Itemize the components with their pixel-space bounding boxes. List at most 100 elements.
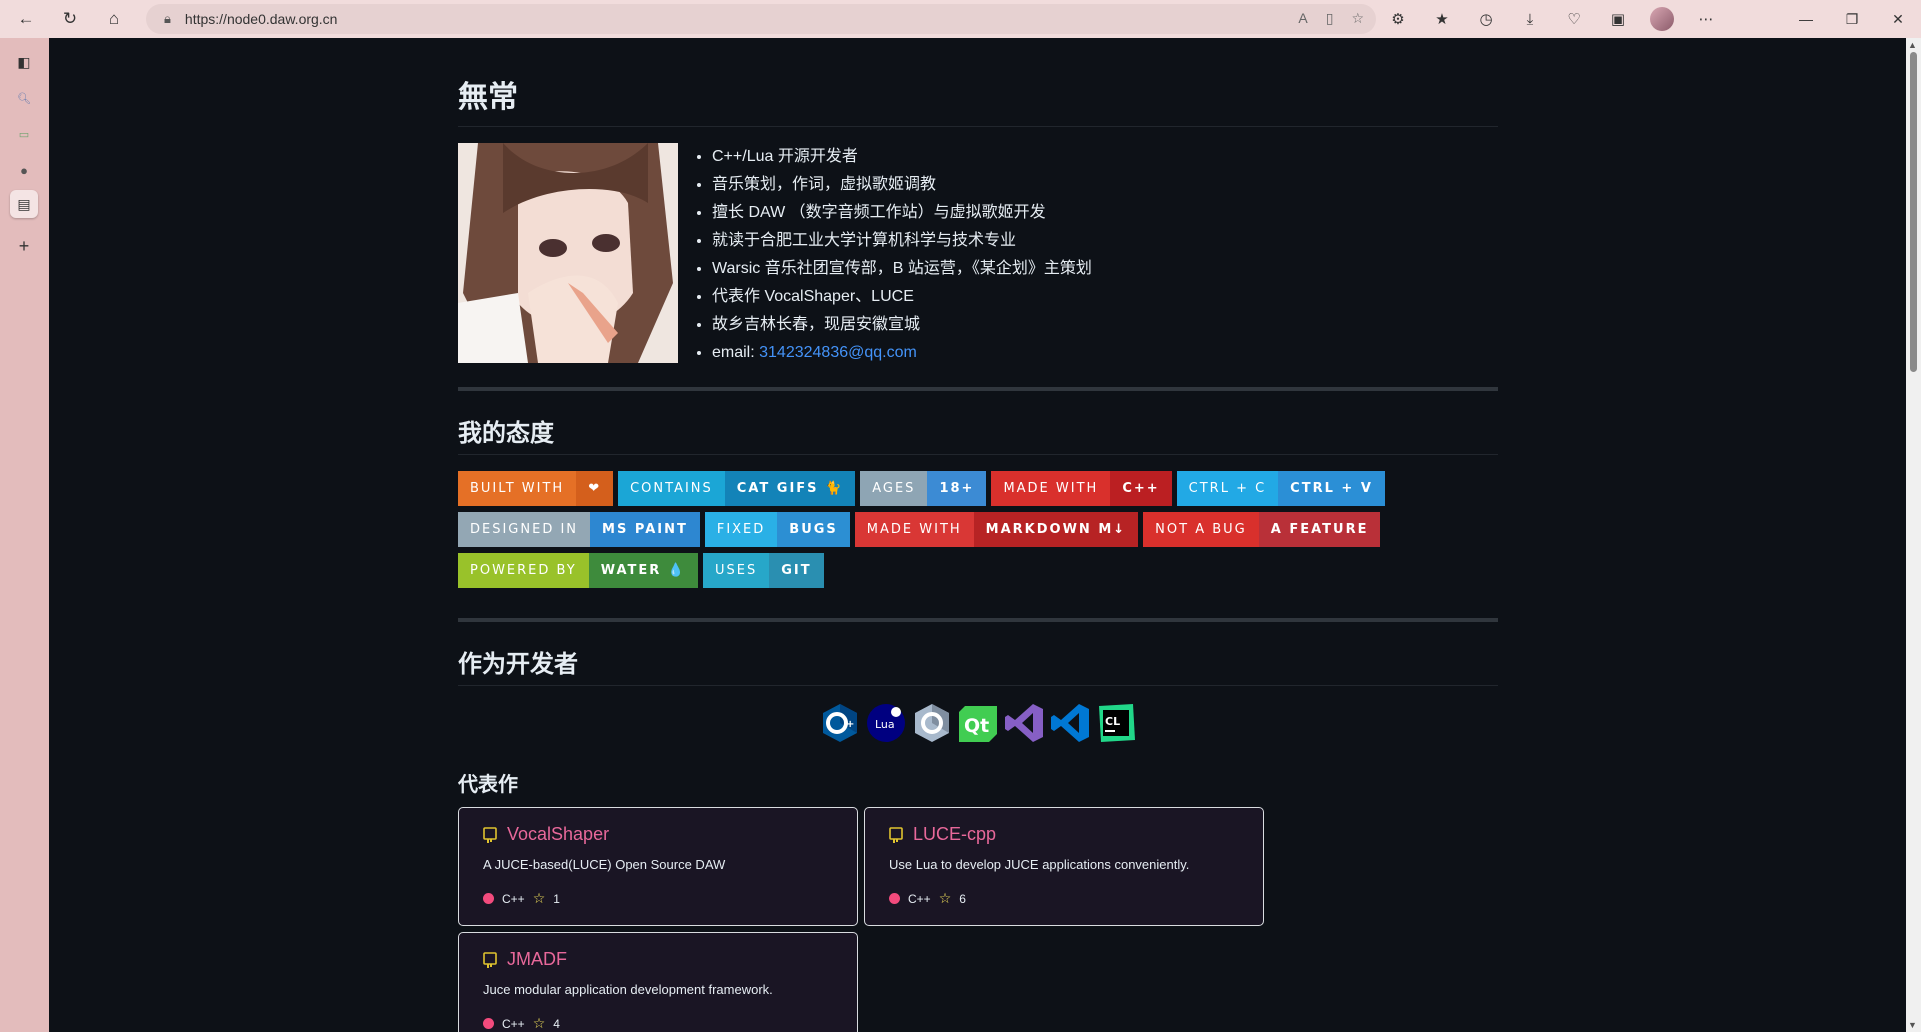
shield-badge: MADE WITH MARKDOWN M↓ xyxy=(854,512,1139,547)
shield-badge: USES GIT xyxy=(702,553,824,588)
scroll-down-icon[interactable]: ▼ xyxy=(1908,1020,1917,1030)
badge-value: C++ xyxy=(1110,471,1172,506)
repo-name[interactable]: VocalShaper xyxy=(507,824,609,845)
sidebar-panel-icon[interactable]: ◧ xyxy=(10,48,38,76)
repo-card[interactable]: LUCE-cpp Use Lua to develop JUCE applicat… xyxy=(864,807,1264,926)
extensions-icon[interactable]: ⚙ xyxy=(1386,7,1410,31)
repo-icon xyxy=(483,951,497,968)
profile-avatar[interactable] xyxy=(1650,7,1674,31)
repo-stars: 4 xyxy=(553,1016,560,1031)
section-divider xyxy=(458,618,1498,622)
minimize-icon[interactable]: — xyxy=(1783,0,1829,38)
tech-icons: + Lua Qt CL xyxy=(458,702,1498,744)
browser-sidebar: ◧ 🔍︎ ▭ ● ▤ + xyxy=(0,38,49,1032)
badge-label: MADE WITH xyxy=(991,471,1111,506)
performance-icon[interactable]: ♡ xyxy=(1562,7,1586,31)
intro-item: 擅长 DAW （数字音频工作站）与虚拟歌姬开发 xyxy=(712,199,1092,227)
portrait-illustration xyxy=(458,143,678,363)
restore-icon[interactable]: ❐ xyxy=(1829,0,1875,38)
sidebar-add-icon[interactable]: + xyxy=(10,232,38,260)
more-menu-icon[interactable]: ⋯ xyxy=(1694,7,1718,31)
reload-icon[interactable]: ↻ xyxy=(52,4,88,34)
sidebar-search-icon[interactable]: 🔍︎ xyxy=(10,84,38,112)
badge-value: 18+ xyxy=(927,471,987,506)
screenshot-icon[interactable]: ▣ xyxy=(1606,7,1630,31)
works-heading: 代表作 xyxy=(458,774,518,796)
repo-meta: C++ ☆ 6 xyxy=(889,890,1239,907)
attitude-heading: 我的态度 xyxy=(458,413,1498,455)
home-icon[interactable]: ⌂ xyxy=(96,4,132,34)
badge-label: CONTAINS xyxy=(618,471,725,506)
repo-stars: 1 xyxy=(553,891,560,906)
star-icon: ☆ xyxy=(532,1015,546,1031)
readme-content: 無常 C++/Lua 开源开发者 音乐策划，作词，虚拟歌姬调教 xyxy=(458,38,1498,1032)
shield-badge: FIXED BUGS xyxy=(704,512,850,547)
intro-section: C++/Lua 开源开发者 音乐策划，作词，虚拟歌姬调教 擅长 DAW （数字音… xyxy=(458,143,1498,367)
read-aloud-icon[interactable]: A xyxy=(1298,10,1307,27)
shield-badge: POWERED BY WATER 💧 xyxy=(458,553,698,588)
cplusplus-icon: + xyxy=(823,704,857,742)
scroll-up-icon[interactable]: ▲ xyxy=(1908,40,1917,50)
visual-studio-icon xyxy=(1005,704,1043,742)
repo-name[interactable]: JMADF xyxy=(507,949,567,970)
sidebar-app-icon[interactable]: ▭ xyxy=(10,120,38,148)
repo-meta: C++ ☆ 4 xyxy=(483,1015,833,1032)
web-page: 無常 C++/Lua 开源开发者 音乐策划，作词，虚拟歌姬调教 xyxy=(49,38,1906,1032)
page-title: 無常 xyxy=(458,38,1498,127)
repo-stars: 6 xyxy=(959,891,966,906)
window-controls: — ❐ ✕ xyxy=(1783,0,1921,38)
svg-text:Lua: Lua xyxy=(875,718,895,731)
history-icon[interactable]: ◷ xyxy=(1474,7,1498,31)
language-color-dot xyxy=(483,893,494,904)
back-icon[interactable]: ← xyxy=(8,4,44,34)
repo-language: C++ xyxy=(502,1016,525,1031)
repo-title[interactable]: VocalShaper xyxy=(483,824,833,845)
shield-badge: AGES 18+ xyxy=(860,471,987,506)
language-color-dot xyxy=(889,893,900,904)
badge-value: GIT xyxy=(769,553,824,588)
vscode-icon xyxy=(1051,704,1089,742)
reader-mode-icon[interactable]: ▯ xyxy=(1326,10,1334,27)
repo-name[interactable]: LUCE-cpp xyxy=(913,824,996,845)
repo-card[interactable]: JMADF Juce modular application developmen… xyxy=(458,932,858,1032)
star-icon: ☆ xyxy=(938,890,952,906)
scroll-thumb[interactable] xyxy=(1910,52,1917,372)
email-link[interactable]: 3142324836@qq.com xyxy=(759,344,917,361)
browser-toolbar: ← ↻ ⌂ 🔒︎ https://node0.daw.org.cn A ▯ ☆ … xyxy=(0,0,1921,38)
repo-card[interactable]: VocalShaper A JUCE-based(LUCE) Open Sourc… xyxy=(458,807,858,926)
address-bar[interactable]: 🔒︎ https://node0.daw.org.cn A ▯ ☆ xyxy=(146,4,1376,34)
clion-icon: CL xyxy=(1099,704,1135,742)
favorites-icon[interactable]: ★ xyxy=(1430,7,1454,31)
intro-item: 音乐策划，作词，虚拟歌姬调教 xyxy=(712,171,1092,199)
sidebar-github-icon[interactable]: ● xyxy=(10,156,38,184)
badge-label: DESIGNED IN xyxy=(458,512,591,547)
lua-icon: Lua xyxy=(867,704,905,742)
close-icon[interactable]: ✕ xyxy=(1875,0,1921,38)
repo-title[interactable]: JMADF xyxy=(483,949,833,970)
intro-item: 就读于合肥工业大学计算机科学与技术专业 xyxy=(712,227,1092,255)
download-icon[interactable]: ⤓ xyxy=(1518,7,1542,31)
url-text[interactable]: https://node0.daw.org.cn xyxy=(185,11,338,27)
badge-label: BUILT WITH xyxy=(458,471,577,506)
qt-icon: Qt xyxy=(959,706,997,742)
badge-label: POWERED BY xyxy=(458,553,589,588)
shield-badge: NOT A BUG A FEATURE xyxy=(1143,512,1381,547)
developer-heading: 作为开发者 xyxy=(458,644,1498,686)
svg-text:Qt: Qt xyxy=(964,715,989,737)
repo-meta: C++ ☆ 1 xyxy=(483,890,833,907)
badge-value: ❤ xyxy=(576,471,614,506)
repo-icon xyxy=(483,826,497,843)
email-label: email: xyxy=(712,344,760,361)
repo-description: Use Lua to develop JUCE applications con… xyxy=(889,857,1190,872)
badge-value: MARKDOWN M↓ xyxy=(973,512,1139,547)
repo-cards: VocalShaper A JUCE-based(LUCE) Open Sourc… xyxy=(458,807,1278,1032)
profile-portrait xyxy=(458,143,678,363)
repo-title[interactable]: LUCE-cpp xyxy=(889,824,1239,845)
sidebar-page-icon[interactable]: ▤ xyxy=(10,190,38,218)
lock-icon: 🔒︎ xyxy=(164,11,171,26)
repo-language: C++ xyxy=(908,891,931,906)
section-divider xyxy=(458,387,1498,391)
favorite-star-icon[interactable]: ☆ xyxy=(1351,10,1364,27)
intro-item: C++/Lua 开源开发者 xyxy=(712,143,1092,171)
page-scrollbar[interactable]: ▲ ▼ xyxy=(1906,38,1921,1032)
